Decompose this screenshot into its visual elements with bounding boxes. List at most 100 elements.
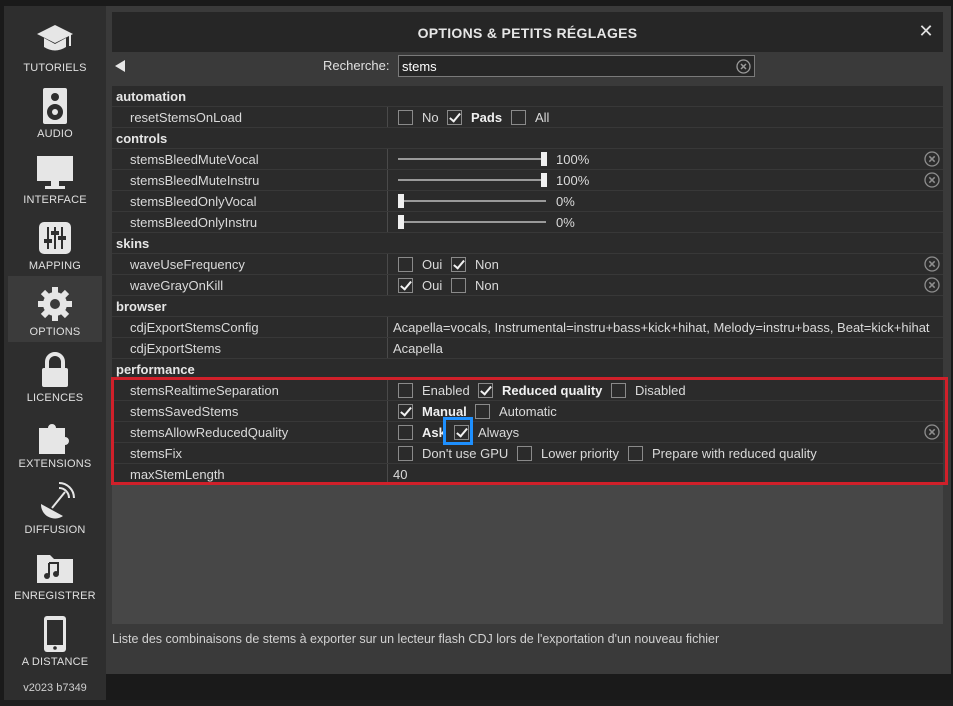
option-name: cdjExportStems (130, 341, 222, 356)
checkbox-oui[interactable] (398, 257, 413, 272)
gear-icon (35, 284, 75, 324)
slider-handle[interactable] (398, 215, 404, 229)
monitor-icon (35, 152, 75, 192)
sidebar-item-mapping[interactable]: MAPPING (8, 210, 102, 276)
section-header: automation (112, 86, 943, 107)
graduation-cap-icon (35, 20, 75, 60)
option-label: No (422, 110, 439, 125)
slider-handle[interactable] (398, 194, 404, 208)
sliders-icon (35, 218, 75, 258)
slider-handle[interactable] (541, 152, 547, 166)
option-label: Oui (422, 278, 443, 293)
checkbox-pads[interactable] (447, 110, 462, 125)
slider-track[interactable] (398, 158, 546, 160)
title-bar: OPTIONS & PETITS RÉGLAGES ✕ (112, 12, 943, 52)
sidebar-item-label: MAPPING (28, 260, 82, 272)
options-table: automation resetStemsOnLoad No Pads All … (112, 86, 943, 624)
table-row: stemsBleedMuteInstru 100% (112, 170, 943, 191)
sidebar-item-diffusion[interactable]: DIFFUSION (8, 474, 102, 540)
checkbox-non[interactable] (451, 278, 466, 293)
sidebar-item-label: A DISTANCE (21, 656, 89, 668)
section-label: controls (116, 131, 168, 146)
section-header: browser (112, 296, 943, 317)
dialog-title: OPTIONS & PETITS RÉGLAGES (417, 25, 638, 41)
section-header: skins (112, 233, 943, 254)
option-name: waveUseFrequency (130, 257, 245, 272)
search-input[interactable] (402, 58, 722, 74)
sidebar-item-interface[interactable]: INTERFACE (8, 144, 102, 210)
sidebar-item-enregistrer[interactable]: ENREGISTRER (8, 540, 102, 606)
slider-track[interactable] (398, 200, 546, 202)
reset-icon[interactable] (924, 151, 940, 170)
section-label: skins (116, 236, 150, 251)
focus-annotation (443, 417, 473, 445)
table-row: resetStemsOnLoad No Pads All (112, 107, 943, 128)
sidebar-item-label: LICENCES (26, 392, 84, 404)
option-name: stemsBleedOnlyVocal (130, 194, 257, 209)
sidebar-item-label: TUTORIELS (23, 62, 87, 74)
sidebar-item-a-distance[interactable]: A DISTANCE (8, 606, 102, 672)
reset-icon[interactable] (924, 256, 940, 275)
option-value[interactable]: Acapella (393, 341, 443, 356)
table-row: stemsBleedMuteVocal 100% (112, 149, 943, 170)
option-label: Pads (471, 110, 503, 125)
table-row: waveGrayOnKill Oui Non (112, 275, 943, 296)
section-label: browser (116, 299, 167, 314)
section-label: automation (116, 89, 187, 104)
checkbox-all[interactable] (511, 110, 526, 125)
table-row: stemsBleedOnlyVocal 0% (112, 191, 943, 212)
option-name: waveGrayOnKill (130, 278, 224, 293)
highlight-annotation (111, 377, 948, 485)
broadcast-icon (35, 482, 75, 522)
sidebar-item-licences[interactable]: LICENCES (8, 342, 102, 408)
sidebar-item-label: INTERFACE (23, 194, 87, 206)
checkbox-no[interactable] (398, 110, 413, 125)
sidebar-item-label: ENREGISTRER (14, 590, 96, 602)
checkbox-non[interactable] (451, 257, 466, 272)
slider-handle[interactable] (541, 173, 547, 187)
phone-icon (35, 614, 75, 654)
table-row: waveUseFrequency Oui Non (112, 254, 943, 275)
sidebar-item-options[interactable]: OPTIONS (8, 276, 102, 342)
lock-icon (35, 350, 75, 390)
slider-track[interactable] (398, 221, 546, 223)
reset-icon[interactable] (924, 172, 940, 191)
slider-value: 0% (556, 215, 575, 230)
sidebar-item-tutoriels[interactable]: TUTORIELS (8, 12, 102, 78)
slider-track[interactable] (398, 179, 546, 181)
sidebar: TUTORIELS AUDIO INTERFACE MAPPING OPTION… (4, 6, 106, 702)
sidebar-item-label: AUDIO (37, 128, 73, 140)
sidebar-item-extensions[interactable]: EXTENSIONS (8, 408, 102, 474)
option-name: stemsBleedMuteInstru (130, 173, 260, 188)
slider-value: 100% (556, 173, 590, 188)
search-box (398, 55, 755, 77)
speaker-icon (35, 86, 75, 126)
search-label: Recherche: (323, 58, 390, 73)
version-label: v2023 b7349 (23, 682, 87, 694)
option-label: Non (475, 278, 499, 293)
slider-value: 0% (556, 194, 575, 209)
clear-search-icon[interactable] (736, 59, 751, 77)
option-label: Non (475, 257, 499, 272)
description-text: Liste des combinaisons de stems à export… (112, 632, 720, 646)
background-strip (0, 700, 953, 706)
option-name: cdjExportStemsConfig (130, 320, 259, 335)
section-header: controls (112, 128, 943, 149)
option-label: Oui (422, 257, 443, 272)
sidebar-item-audio[interactable]: AUDIO (8, 78, 102, 144)
table-row: cdjExportStemsConfig Acapella=vocals, In… (112, 317, 943, 338)
option-name: resetStemsOnLoad (130, 110, 243, 125)
sidebar-item-label: EXTENSIONS (18, 458, 92, 470)
section-label: performance (116, 362, 195, 377)
reset-icon[interactable] (924, 277, 940, 296)
music-folder-icon (35, 548, 75, 588)
checkbox-oui[interactable] (398, 278, 413, 293)
option-value[interactable]: Acapella=vocals, Instrumental=instru+bas… (393, 320, 930, 335)
option-label: All (535, 110, 550, 125)
table-row: cdjExportStems Acapella (112, 338, 943, 359)
back-arrow-icon[interactable] (114, 59, 126, 73)
sidebar-item-label: OPTIONS (29, 326, 81, 338)
close-icon[interactable]: ✕ (917, 22, 935, 40)
options-dialog: OPTIONS & PETITS RÉGLAGES ✕ Recherche: a… (106, 6, 951, 674)
slider-value: 100% (556, 152, 590, 167)
